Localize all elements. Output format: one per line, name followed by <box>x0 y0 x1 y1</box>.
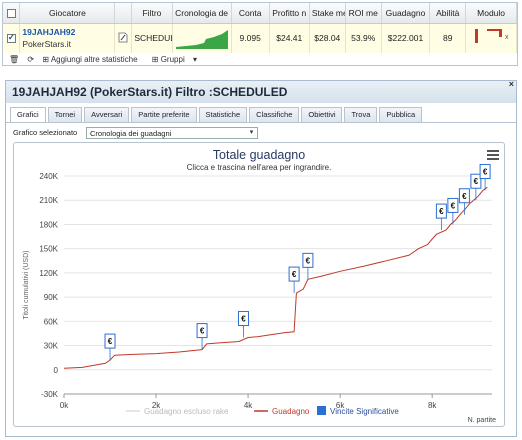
header-player[interactable]: Giocatore <box>19 3 116 24</box>
header-avg-profit[interactable]: Profitto n <box>269 3 310 24</box>
header-module[interactable]: Modulo <box>465 3 517 24</box>
svg-text:x: x <box>505 34 509 41</box>
groups-dropdown[interactable]: ⊞ Gruppi ▾ <box>152 55 197 64</box>
trash-icon[interactable]: 🗑 <box>9 55 19 64</box>
y-tick-label: 90K <box>44 293 59 302</box>
module-chart: x <box>465 23 517 53</box>
y-axis-label: Titoli cumulativi (USD) <box>23 251 30 320</box>
marker-label: € <box>200 327 205 336</box>
players-table-panel: Giocatore Filtro Cronologia de Conta Pro… <box>2 2 518 66</box>
add-stats-link[interactable]: ⊞ Aggiungi altre statistiche <box>42 55 143 64</box>
marker-label: € <box>451 201 456 210</box>
row-checkbox[interactable] <box>3 23 21 53</box>
filter-cell: SCHEDUL <box>131 23 173 53</box>
header-filter[interactable]: Filtro <box>131 3 173 24</box>
ability-cell: 89 <box>429 23 467 53</box>
marker-label: € <box>474 177 479 186</box>
tab-statistiche[interactable]: Statistiche <box>198 107 248 122</box>
marker-label: € <box>306 256 311 265</box>
y-tick-label: -30K <box>41 390 59 399</box>
table-row[interactable]: 19JAHJAH92 PokerStars.it SCHEDUL 9.095 $… <box>3 23 517 53</box>
legend-label-rake: Guadagno escluso rake <box>144 407 229 416</box>
close-icon[interactable]: × <box>509 79 514 89</box>
tab-obiettivi[interactable]: Obiettivi <box>301 107 343 122</box>
select-all-checkbox[interactable] <box>3 3 21 24</box>
tab-partite-preferite[interactable]: Partite preferite <box>131 107 197 122</box>
panel-title: 19JAHJAH92 (PokerStars.it) Filtro :SCHED… <box>6 81 516 103</box>
tab-tornei[interactable]: Tornei <box>47 107 83 122</box>
y-tick-label: 210K <box>39 196 58 205</box>
header-profit[interactable]: Guadagno <box>381 3 431 24</box>
legend-swatch <box>317 406 326 415</box>
marker-label: € <box>108 337 113 346</box>
player-detail-panel: 19JAHJAH92 (PokerStars.it) Filtro :SCHED… <box>5 79 517 437</box>
x-axis-label: N. partite <box>468 417 497 424</box>
player-name[interactable]: 19JAHJAH92 <box>22 27 112 37</box>
avg-roi-cell: 53.9% <box>345 23 382 53</box>
y-tick-label: 120K <box>39 269 58 278</box>
x-tick-label: 8k <box>428 401 437 410</box>
tab-bar: Grafici Tornei Avversari Partite preferi… <box>10 107 424 123</box>
profit-cell: $222.001 <box>381 23 431 53</box>
header-history[interactable]: Cronologia de <box>172 3 232 24</box>
avg-stake-cell: $28.04 <box>309 23 346 53</box>
chart-select[interactable]: Cronologia dei guadagni ▾ <box>86 127 258 139</box>
marker-label: € <box>483 168 488 177</box>
chevron-down-icon[interactable]: ▾ <box>247 129 256 137</box>
header-avg-roi[interactable]: ROI me <box>345 3 382 24</box>
header-ability[interactable]: Abilità <box>429 3 467 24</box>
y-tick-label: 0 <box>54 366 59 375</box>
chart-select-value: Cronologia dei guadagni <box>90 129 172 138</box>
tab-avversari[interactable]: Avversari <box>84 107 130 122</box>
avg-profit-cell: $24.41 <box>269 23 310 53</box>
series-line-guadagno <box>63 186 488 369</box>
marker-label: € <box>439 207 444 216</box>
y-tick-label: 180K <box>39 220 58 229</box>
y-tick-label: 150K <box>39 245 58 254</box>
x-tick-label: 4k <box>244 401 253 410</box>
groups-label: Gruppi <box>160 55 185 64</box>
y-tick-label: 240K <box>39 172 58 181</box>
tab-pubblica[interactable]: Pubblica <box>379 107 423 122</box>
count-cell: 9.095 <box>231 23 270 53</box>
marker-label: € <box>241 314 246 323</box>
y-tick-label: 60K <box>44 317 59 326</box>
players-table: Giocatore Filtro Cronologia de Conta Pro… <box>3 3 517 53</box>
profit-line-chart[interactable]: 240K210K180K150K120K90K60K30K0-30K0k 2k 4k… <box>14 143 504 426</box>
legend-label-guadagno: Guadagno <box>272 407 310 416</box>
tab-divider <box>6 122 516 123</box>
chart-container[interactable]: Totale guadagno Clicca e trascina nell'a… <box>13 142 505 427</box>
marker-label: € <box>462 192 467 201</box>
header-avg-stake[interactable]: Stake me <box>309 3 346 24</box>
tab-classifiche[interactable]: Classifiche <box>249 107 300 122</box>
player-site: PokerStars.it <box>22 39 72 50</box>
marker-label: € <box>292 270 297 279</box>
header-spacer <box>114 3 133 24</box>
notes-icon[interactable] <box>114 23 133 53</box>
tab-grafici[interactable]: Grafici <box>10 107 46 123</box>
table-toolbar: 🗑 ⟳ ⊞ Aggiungi altre statistiche ⊞ Grupp… <box>3 53 517 66</box>
history-sparkline <box>172 23 232 53</box>
header-count[interactable]: Conta <box>231 3 270 24</box>
player-cell[interactable]: 19JAHJAH92 PokerStars.it <box>19 23 116 53</box>
chart-select-label: Grafico selezionato <box>13 128 78 137</box>
legend-label-vincite: Vincite Significative <box>330 407 399 416</box>
tab-trova[interactable]: Trova <box>344 107 378 122</box>
y-tick-label: 30K <box>44 342 59 351</box>
add-stats-label: Aggiungi altre statistiche <box>50 55 138 64</box>
refresh-icon[interactable]: ⟳ <box>27 55 34 64</box>
table-header-row: Giocatore Filtro Cronologia de Conta Pro… <box>3 3 517 24</box>
x-tick-label: 0k <box>60 401 69 410</box>
